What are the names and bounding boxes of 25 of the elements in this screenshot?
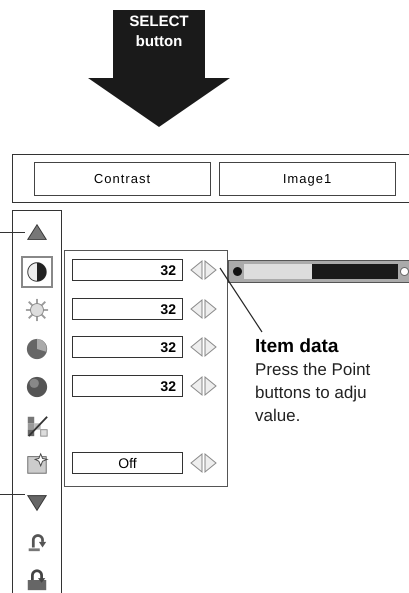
grid-slash-icon [25,414,49,438]
slider[interactable] [228,260,409,283]
box-arrow-icon [25,568,49,592]
picture-star-icon [25,452,49,476]
dot-icon [233,267,242,276]
left-right-arrows-icon[interactable] [189,452,219,474]
half-circle-icon [25,260,49,284]
value-field[interactable]: 32 [72,336,183,358]
callout-title: Item data [255,336,340,358]
callout-text: Press the Point buttons to adju value. [255,359,372,427]
ball-icon [25,375,49,400]
left-right-arrows-icon[interactable] [189,336,219,358]
pie-ball-icon [25,336,49,361]
value-field[interactable]: 32 [72,374,183,397]
left-right-arrows-icon[interactable] [189,259,219,282]
left-right-arrows-icon[interactable] [189,298,219,320]
value-field[interactable]: 32 [72,259,183,282]
sun-icon [25,298,49,322]
left-right-arrows-icon[interactable] [189,374,219,397]
value-field[interactable]: Off [72,452,183,474]
dot-icon [400,267,409,276]
value-field[interactable]: 32 [72,298,183,320]
header-label: Contrast [34,162,211,196]
menu-item[interactable] [21,256,53,288]
header-label: Image1 [219,162,396,196]
